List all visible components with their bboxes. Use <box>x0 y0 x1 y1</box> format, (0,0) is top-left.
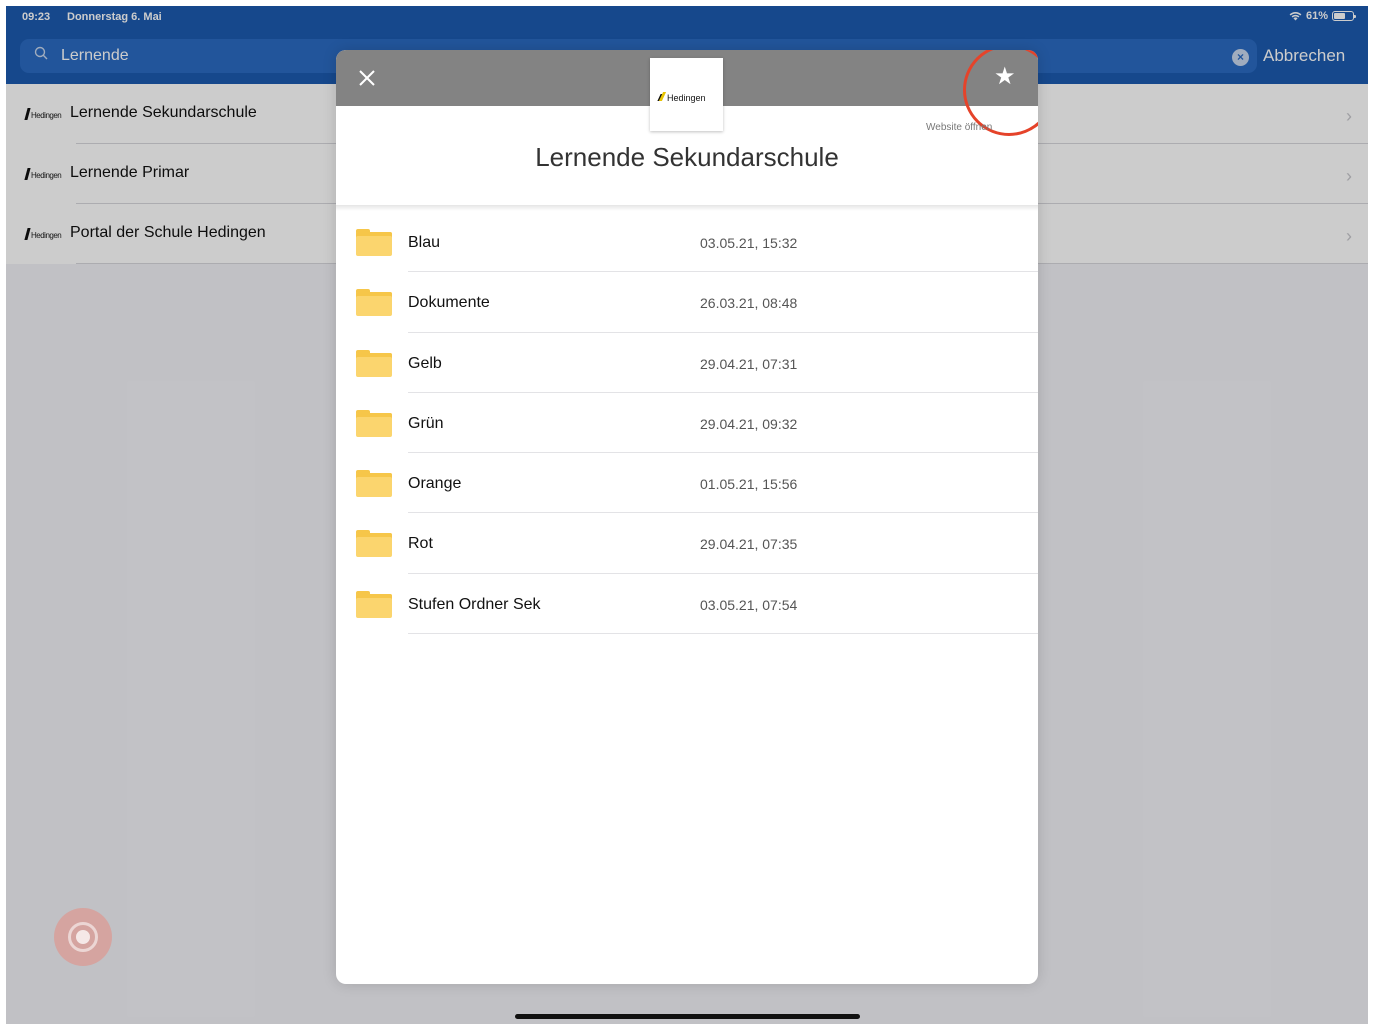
folder-date: 01.05.21, 15:56 <box>700 476 798 493</box>
hedingen-logo: Hedingen <box>650 58 723 131</box>
folder-date: 29.04.21, 07:35 <box>700 536 798 553</box>
folder-date: 03.05.21, 07:54 <box>700 596 798 613</box>
folder-name: Dokumente <box>408 294 490 312</box>
folder-row[interactable]: Rot 29.04.21, 07:35 <box>336 513 1038 574</box>
folder-name: Stufen Ordner Sek <box>408 595 541 613</box>
folder-list: Blau 03.05.21, 15:32 Dokumente 26.03.21,… <box>336 212 1038 635</box>
folder-name: Grün <box>408 414 444 432</box>
folder-date: 29.04.21, 09:32 <box>700 415 798 432</box>
folder-date: 29.04.21, 07:31 <box>700 355 798 372</box>
folder-date: 03.05.21, 15:32 <box>700 235 798 251</box>
screen: 09:23 Donnerstag 6. Mai 61% × Abbrechen … <box>6 6 1368 1024</box>
website-link[interactable]: Website öffnen <box>926 122 992 133</box>
folder-icon <box>356 530 392 558</box>
folder-icon <box>356 590 392 618</box>
folder-row[interactable]: Orange 01.05.21, 15:56 <box>336 453 1038 514</box>
modal-title: Lernende Sekundarschule <box>535 142 839 172</box>
home-indicator <box>515 1014 860 1019</box>
folder-icon <box>356 470 392 498</box>
folder-name: Blau <box>408 234 441 251</box>
folder-row[interactable]: Gelb 29.04.21, 07:31 <box>336 333 1038 393</box>
folder-name: Rot <box>408 535 433 553</box>
folder-name: Orange <box>408 475 462 493</box>
assistive-touch-button[interactable] <box>54 908 112 966</box>
folder-row[interactable]: Grün 29.04.21, 09:32 <box>336 393 1038 454</box>
folder-icon <box>356 349 392 377</box>
folder-icon <box>356 289 392 317</box>
folder-date: 26.03.21, 08:48 <box>700 295 798 312</box>
folder-row[interactable]: Blau 03.05.21, 15:32 <box>336 212 1038 273</box>
folder-icon <box>356 229 392 256</box>
close-icon[interactable] <box>356 67 378 89</box>
folder-name: Gelb <box>408 354 442 372</box>
folder-icon <box>356 409 392 437</box>
folder-modal: ★ Hedingen Website öffnen Lernende Sekun… <box>336 50 1038 984</box>
folder-row[interactable]: Stufen Ordner Sek 03.05.21, 07:54 <box>336 574 1038 635</box>
folder-row[interactable]: Dokumente 26.03.21, 08:48 <box>336 272 1038 333</box>
